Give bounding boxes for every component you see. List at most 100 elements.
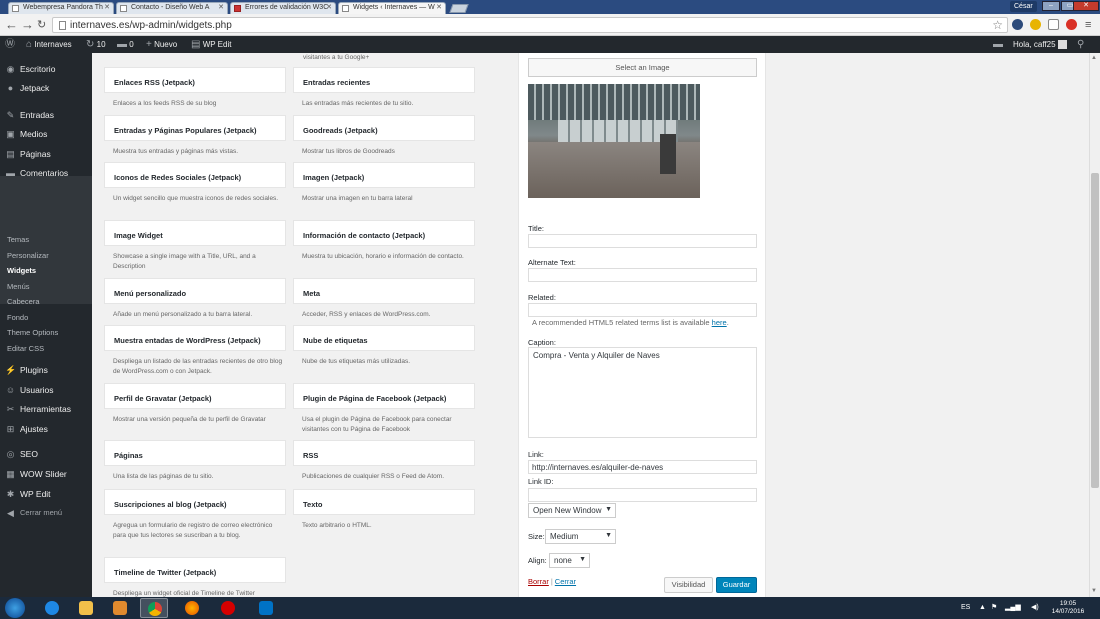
close-tab-icon[interactable]: ✕ bbox=[218, 3, 224, 13]
search-icon[interactable]: ⚲ bbox=[1077, 36, 1084, 53]
url-field[interactable]: internaves.es/wp-admin/widgets.php ☆ bbox=[52, 17, 1008, 33]
reload-icon[interactable]: ↻ bbox=[37, 17, 46, 33]
sidebar-item-cerrar-men-[interactable]: ◀ Cerrar menú bbox=[0, 504, 92, 522]
select-image-button[interactable]: Select an Image bbox=[528, 58, 757, 77]
available-widget[interactable]: Suscripciones al blog (Jetpack) bbox=[104, 489, 286, 515]
start-button[interactable] bbox=[5, 598, 25, 618]
opera-app[interactable] bbox=[214, 598, 242, 618]
extension-icon[interactable] bbox=[1066, 19, 1077, 30]
taskbar-clock[interactable]: 19:05 14/07/2016 bbox=[1050, 600, 1086, 616]
sidebar-item-jetpack[interactable]: ● Jetpack bbox=[0, 79, 92, 97]
available-widget[interactable]: Meta bbox=[293, 278, 475, 304]
browser-tab-active[interactable]: Widgets ‹ Internaves — W ✕ bbox=[338, 2, 446, 14]
sidebar-item-ajustes[interactable]: ⊞ Ajustes bbox=[0, 420, 92, 438]
scroll-down-icon[interactable]: ▼ bbox=[1091, 588, 1097, 594]
delete-widget-link[interactable]: Borrar bbox=[528, 577, 549, 586]
forward-icon[interactable]: → bbox=[21, 17, 34, 33]
available-widget[interactable]: Nube de etiquetas bbox=[293, 325, 475, 351]
network-signal-icon[interactable]: ▂▄▆ bbox=[1005, 597, 1021, 619]
chrome-app[interactable] bbox=[140, 598, 168, 618]
sidebar-item-herramientas[interactable]: ✂ Herramientas bbox=[0, 400, 92, 418]
available-widget[interactable]: Muestra entadas de WordPress (Jetpack) bbox=[104, 325, 286, 351]
available-widget[interactable]: Menú personalizado bbox=[104, 278, 286, 304]
scroll-up-icon[interactable]: ▲ bbox=[1091, 55, 1097, 61]
extension-icon[interactable] bbox=[1012, 19, 1023, 30]
submenu-item-widgets[interactable]: Widgets bbox=[7, 265, 36, 277]
visibility-button[interactable]: Visibilidad bbox=[664, 577, 713, 593]
minimize-button[interactable]: ‒ bbox=[1042, 1, 1060, 11]
new-tab-button[interactable] bbox=[449, 4, 469, 13]
close-tab-icon[interactable]: ✕ bbox=[326, 3, 332, 13]
browser-tab[interactable]: Errores de validación W3C ✕ bbox=[230, 2, 336, 14]
outlook-app[interactable] bbox=[252, 598, 280, 618]
scrollbar-thumb[interactable] bbox=[1091, 173, 1099, 488]
cast-icon[interactable] bbox=[1048, 19, 1059, 30]
align-select[interactable]: none ▼ bbox=[549, 553, 590, 568]
sidebar-item-wp-edit[interactable]: ✱ WP Edit bbox=[0, 485, 92, 503]
available-widget[interactable]: Enlaces RSS (Jetpack) bbox=[104, 67, 286, 93]
tray-expand-icon[interactable]: ▲ bbox=[979, 597, 986, 619]
updates-link[interactable]: ↻ 10 bbox=[86, 36, 106, 53]
window-close-button[interactable]: ✕ bbox=[1073, 1, 1099, 11]
available-widget[interactable]: Goodreads (Jetpack) bbox=[293, 115, 475, 141]
available-widget[interactable]: Imagen (Jetpack) bbox=[293, 162, 475, 188]
sidebar-item-entradas[interactable]: ✎ Entradas bbox=[0, 106, 92, 124]
wp-edit-link[interactable]: ▤ WP Edit bbox=[191, 36, 231, 53]
available-widget[interactable]: Plugin de Página de Facebook (Jetpack) bbox=[293, 383, 475, 409]
available-widget[interactable]: Entradas recientes bbox=[293, 67, 475, 93]
browser-tab[interactable]: Contacto - Diseño Web A ✕ bbox=[116, 2, 228, 14]
language-indicator[interactable]: ES bbox=[961, 597, 970, 619]
site-name-link[interactable]: ⌂ Internaves bbox=[26, 36, 72, 53]
link-target-select[interactable]: Open New Window ▼ bbox=[528, 503, 616, 518]
submenu-item-theme-options[interactable]: Theme Options bbox=[7, 327, 58, 339]
browser-profile[interactable]: César bbox=[1010, 1, 1037, 12]
sidebar-item-usuarios[interactable]: ☺ Usuarios bbox=[0, 381, 92, 399]
close-tab-icon[interactable]: ✕ bbox=[436, 3, 442, 13]
new-content-link[interactable]: + Nuevo bbox=[146, 36, 177, 53]
sidebar-item-medios[interactable]: ▣ Medios bbox=[0, 125, 92, 143]
alt-text-field[interactable] bbox=[528, 268, 757, 282]
menu-icon[interactable]: ≡ bbox=[1085, 17, 1091, 33]
submenu-item-temas[interactable]: Temas bbox=[7, 234, 29, 246]
browser-tab[interactable]: Webempresa Pandora Th ✕ bbox=[8, 2, 114, 14]
back-icon[interactable]: ← bbox=[5, 17, 18, 33]
title-field[interactable] bbox=[528, 234, 757, 248]
close-tab-icon[interactable]: ✕ bbox=[104, 3, 110, 13]
submenu-item-fondo[interactable]: Fondo bbox=[7, 312, 28, 324]
explorer-app[interactable] bbox=[72, 598, 100, 618]
my-account-link[interactable]: Hola, caff25 bbox=[1013, 36, 1056, 53]
caption-textarea[interactable]: Compra - Venta y Alquiler de Naves bbox=[528, 347, 757, 438]
media-app[interactable] bbox=[106, 598, 134, 618]
save-button[interactable]: Guardar bbox=[716, 577, 757, 593]
notes-icon[interactable]: ▬ bbox=[993, 36, 1003, 53]
available-widget[interactable]: Entradas y Páginas Populares (Jetpack) bbox=[104, 115, 286, 141]
avatar[interactable] bbox=[1058, 40, 1067, 49]
extension-icon[interactable] bbox=[1030, 19, 1041, 30]
submenu-item-men-s[interactable]: Menús bbox=[7, 281, 30, 293]
available-widget[interactable]: Perfil de Gravatar (Jetpack) bbox=[104, 383, 286, 409]
firefox-app[interactable] bbox=[178, 598, 206, 618]
comments-link[interactable]: ▬ 0 bbox=[117, 36, 134, 53]
submenu-item-editar-css[interactable]: Editar CSS bbox=[7, 343, 44, 355]
available-widget[interactable]: Image Widget bbox=[104, 220, 286, 246]
sidebar-item-seo[interactable]: ◎ SEO bbox=[0, 445, 92, 463]
available-widget[interactable]: Páginas bbox=[104, 440, 286, 466]
link-field[interactable]: http://internaves.es/alquiler-de-naves bbox=[528, 460, 757, 474]
ie-app[interactable] bbox=[38, 598, 66, 618]
sidebar-item-escritorio[interactable]: ◉ Escritorio bbox=[0, 60, 92, 78]
available-widget[interactable]: Información de contacto (Jetpack) bbox=[293, 220, 475, 246]
tray-flag-icon[interactable]: ⚑ bbox=[991, 597, 997, 619]
bookmark-star-icon[interactable]: ☆ bbox=[992, 18, 1003, 32]
submenu-item-cabecera[interactable]: Cabecera bbox=[7, 296, 40, 308]
related-field[interactable] bbox=[528, 303, 757, 317]
sidebar-item-wow-slider[interactable]: ▦ WOW Slider bbox=[0, 465, 92, 483]
available-widget[interactable]: RSS bbox=[293, 440, 475, 466]
available-widget[interactable]: Iconos de Redes Sociales (Jetpack) bbox=[104, 162, 286, 188]
sidebar-item-plugins[interactable]: ⚡ Plugins bbox=[0, 361, 92, 379]
related-terms-link[interactable]: here bbox=[712, 318, 727, 327]
size-select[interactable]: Medium ▼ bbox=[545, 529, 616, 544]
available-widget[interactable]: Texto bbox=[293, 489, 475, 515]
link-id-field[interactable] bbox=[528, 488, 757, 502]
volume-icon[interactable]: ◀) bbox=[1031, 597, 1039, 619]
submenu-item-personalizar[interactable]: Personalizar bbox=[7, 250, 49, 262]
